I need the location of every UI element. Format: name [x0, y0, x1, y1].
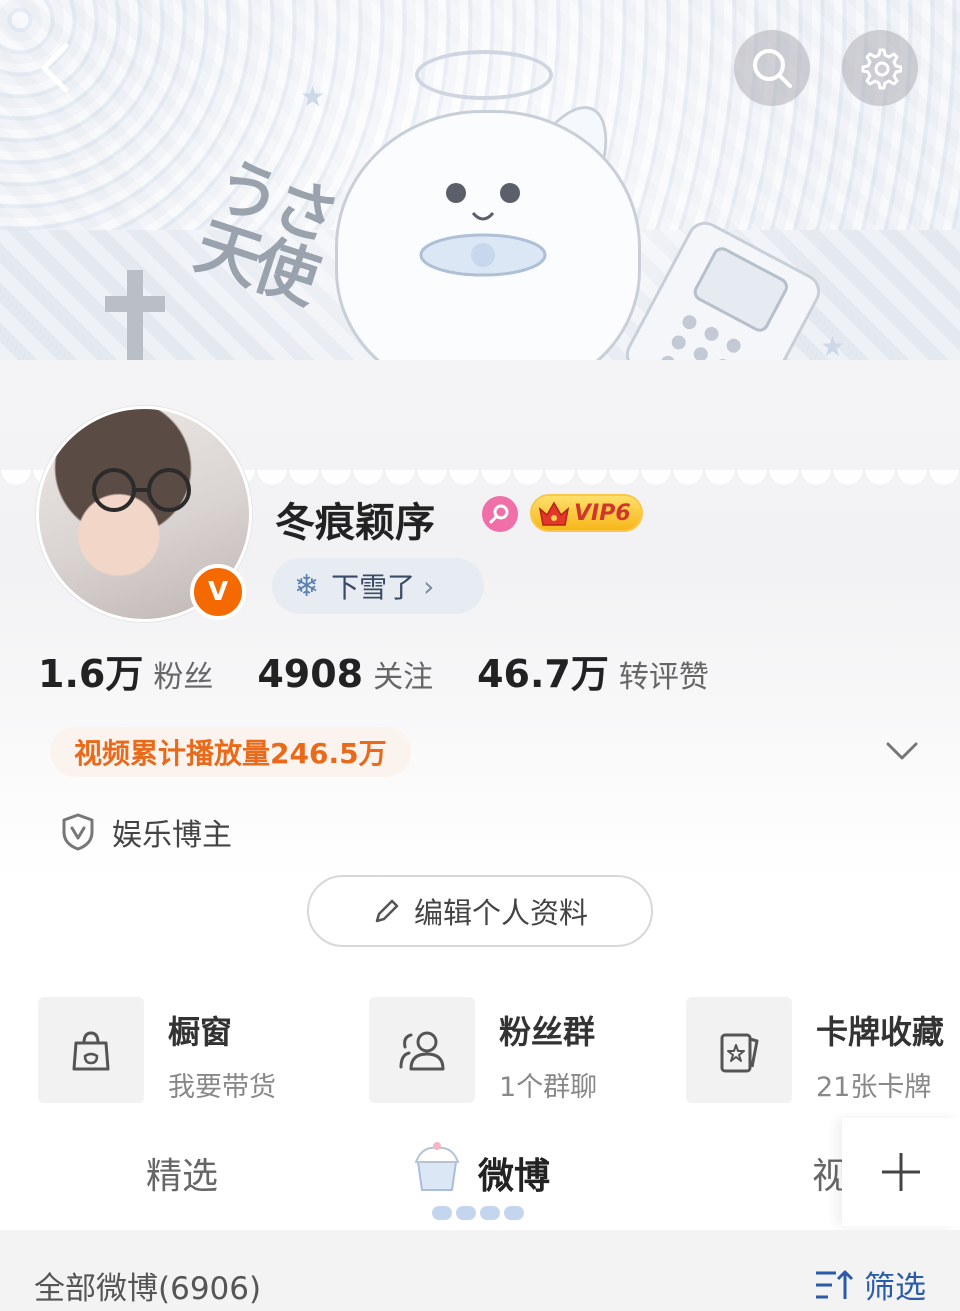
banner-bunny-art	[335, 110, 641, 396]
shortcut-showcase[interactable]: 橱窗 我要带货	[38, 997, 276, 1104]
role-label: 娱乐博主	[112, 818, 232, 853]
all-posts-count[interactable]: 全部微博(6906)	[34, 1263, 261, 1308]
tab-active-indicator	[432, 1206, 532, 1224]
plus-icon	[882, 1153, 920, 1191]
shortcut-title: 卡牌收藏	[816, 1013, 945, 1051]
back-button[interactable]	[30, 38, 90, 98]
vip-badge[interactable]: VIP6	[530, 494, 643, 532]
status-button[interactable]: ❄ 下雪了 ›	[272, 558, 484, 614]
edit-profile-button[interactable]: 编辑个人资料	[307, 875, 653, 947]
interactions-label[interactable]: 转评赞	[619, 652, 709, 696]
followers-label[interactable]: 粉丝	[153, 652, 213, 696]
pencil-icon	[375, 899, 399, 923]
search-icon	[753, 49, 792, 88]
shield-v-icon	[62, 813, 94, 851]
group-icon	[369, 997, 475, 1103]
shortcut-subtitle: 我要带货	[168, 1072, 276, 1103]
star-decoration-icon: ★	[820, 330, 846, 363]
search-button[interactable]	[734, 30, 810, 106]
shortcut-card-collection[interactable]: 卡牌收藏 21张卡牌	[686, 997, 944, 1104]
filter-button[interactable]: 筛选	[814, 1262, 926, 1307]
shopping-bag-icon	[38, 997, 144, 1103]
shortcut-fan-group[interactable]: 粉丝群 1个群聊	[369, 997, 597, 1104]
verified-badge-icon: V	[190, 564, 246, 620]
snowflake-icon: ❄	[294, 568, 320, 604]
following-label[interactable]: 关注	[373, 652, 433, 696]
shortcut-subtitle: 21张卡牌	[816, 1072, 932, 1103]
role-tag[interactable]: 娱乐博主	[60, 810, 232, 854]
edit-profile-label: 编辑个人资料	[413, 896, 588, 930]
chevron-right-icon: ›	[423, 569, 435, 603]
add-tab-button[interactable]	[842, 1118, 960, 1226]
shortcut-title: 粉丝群	[499, 1013, 596, 1051]
tab-featured[interactable]: 精选	[146, 1147, 218, 1199]
filter-label: 筛选	[864, 1270, 926, 1306]
status-label: 下雪了	[331, 571, 416, 604]
profile-name: 冬痕颖序	[275, 500, 435, 546]
crown-icon	[538, 501, 570, 526]
followers-count[interactable]: 1.6万	[38, 643, 143, 698]
shortcut-subtitle: 1个群聊	[499, 1072, 598, 1103]
chevron-down-icon[interactable]	[884, 738, 920, 764]
gear-icon	[861, 48, 902, 90]
back-arrow-icon	[41, 43, 69, 93]
banner-halo-art	[415, 50, 553, 100]
following-count[interactable]: 4908	[257, 652, 363, 696]
vip-label: VIP6	[574, 500, 631, 526]
filter-icon	[816, 1270, 854, 1299]
shortcut-title: 橱窗	[168, 1013, 233, 1051]
video-plays-badge[interactable]: 视频累计播放量246.5万	[50, 727, 411, 777]
interactions-count[interactable]: 46.7万	[477, 643, 609, 698]
cupcake-decoration-icon	[414, 1142, 460, 1191]
profile-stats: 1.6万 粉丝 4908 关注 46.7万 转评赞	[38, 643, 753, 698]
star-decoration-icon: ★	[300, 80, 326, 113]
avatar-glasses-art	[92, 468, 191, 512]
settings-button[interactable]	[842, 30, 918, 106]
card-icon	[686, 997, 792, 1103]
tab-weibo[interactable]: 微博	[478, 1147, 550, 1199]
female-gender-icon	[482, 496, 518, 532]
